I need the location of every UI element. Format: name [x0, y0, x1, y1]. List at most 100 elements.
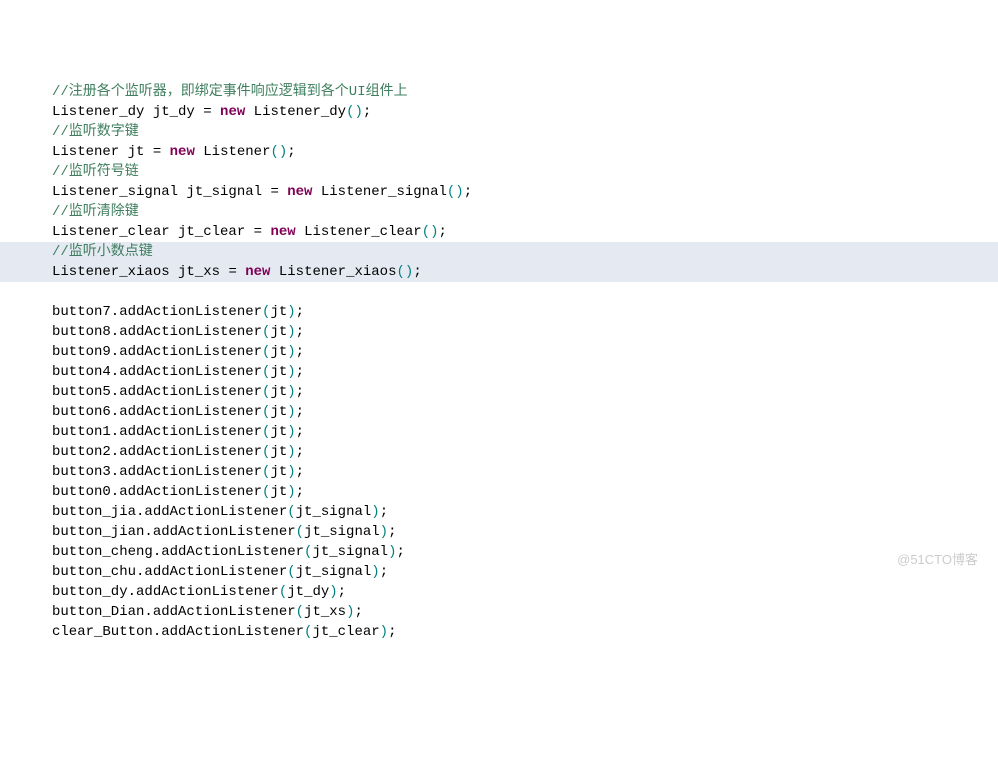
code-token: (	[304, 624, 312, 640]
code-token: ;	[413, 264, 421, 280]
code-line[interactable]: //监听小数点键	[0, 242, 998, 262]
code-line[interactable]: //监听清除键	[0, 202, 998, 222]
code-token: button6.addActionListener	[52, 404, 262, 420]
code-token: button_chu.addActionListener	[52, 564, 287, 580]
code-token: (	[279, 584, 287, 600]
code-token: ;	[380, 504, 388, 520]
code-line[interactable]: button_chu.addActionListener(jt_signal);	[0, 562, 998, 582]
code-line[interactable]: button2.addActionListener(jt);	[0, 442, 998, 462]
code-line[interactable]: //监听符号链	[0, 162, 998, 182]
code-token: jt	[270, 464, 287, 480]
code-token: )	[287, 344, 295, 360]
code-token: =	[228, 264, 236, 280]
code-token: new	[170, 144, 195, 160]
code-token: button7.addActionListener	[52, 304, 262, 320]
code-line[interactable]: button4.addActionListener(jt);	[0, 362, 998, 382]
code-line[interactable]: Listener_dy jt_dy = new Listener_dy();	[0, 102, 998, 122]
code-line[interactable]: button6.addActionListener(jt);	[0, 402, 998, 422]
code-token: Listener	[195, 144, 271, 160]
code-token: )	[287, 444, 295, 460]
code-token: jt	[270, 404, 287, 420]
code-token: (	[397, 264, 405, 280]
code-token: jt	[270, 484, 287, 500]
code-line[interactable]: button_dy.addActionListener(jt_dy);	[0, 582, 998, 602]
code-line[interactable]: //监听数字键	[0, 122, 998, 142]
code-token: new	[220, 104, 245, 120]
code-token: ;	[296, 364, 304, 380]
code-token: ;	[296, 424, 304, 440]
code-token: jt	[270, 384, 287, 400]
code-token: jt	[270, 324, 287, 340]
code-token: button1.addActionListener	[52, 424, 262, 440]
code-token: jt	[270, 424, 287, 440]
code-token: )	[380, 524, 388, 540]
code-token: Listener_xiaos jt_xs	[52, 264, 228, 280]
code-token: ;	[296, 484, 304, 500]
code-token: jt_signal	[304, 524, 380, 540]
code-line[interactable]: Listener_xiaos jt_xs = new Listener_xiao…	[0, 262, 998, 282]
code-line[interactable]: button_jian.addActionListener(jt_signal)…	[0, 522, 998, 542]
code-token: button0.addActionListener	[52, 484, 262, 500]
code-token: Listener_dy jt_dy	[52, 104, 203, 120]
code-line[interactable]: Listener jt = new Listener();	[0, 142, 998, 162]
code-token: jt_dy	[287, 584, 329, 600]
code-line[interactable]	[0, 282, 998, 302]
comment-text: //监听小数点键	[52, 244, 153, 260]
code-line[interactable]: Listener_clear jt_clear = new Listener_c…	[0, 222, 998, 242]
code-token: jt_xs	[304, 604, 346, 620]
code-token: clear_Button.addActionListener	[52, 624, 304, 640]
code-token: button9.addActionListener	[52, 344, 262, 360]
code-token: button3.addActionListener	[52, 464, 262, 480]
code-token: ;	[363, 104, 371, 120]
code-line[interactable]: button5.addActionListener(jt);	[0, 382, 998, 402]
code-line[interactable]: button9.addActionListener(jt);	[0, 342, 998, 362]
code-token: )	[380, 624, 388, 640]
comment-text: //注册各个监听器，即绑定事件响应逻辑到各个UI组件上	[52, 84, 408, 100]
code-token: Listener_clear jt_clear	[52, 224, 254, 240]
code-line[interactable]: button_cheng.addActionListener(jt_signal…	[0, 542, 998, 562]
code-line[interactable]: clear_Button.addActionListener(jt_clear)…	[0, 622, 998, 642]
code-line[interactable]: Listener_signal jt_signal = new Listener…	[0, 182, 998, 202]
code-token: button_jian.addActionListener	[52, 524, 296, 540]
code-line[interactable]: button_jia.addActionListener(jt_signal);	[0, 502, 998, 522]
code-token: jt_signal	[296, 564, 372, 580]
code-token: )	[287, 484, 295, 500]
comment-text: //监听符号链	[52, 164, 139, 180]
code-token: ;	[287, 144, 295, 160]
code-token: (	[422, 224, 430, 240]
code-line[interactable]: //注册各个监听器，即绑定事件响应逻辑到各个UI组件上	[0, 82, 998, 102]
code-token: )	[287, 304, 295, 320]
code-token: Listener_signal	[312, 184, 446, 200]
code-editor[interactable]: //注册各个监听器，即绑定事件响应逻辑到各个UI组件上 Listener_dy j…	[0, 82, 998, 642]
code-token: )	[287, 364, 295, 380]
code-token: ;	[296, 464, 304, 480]
code-token: )	[355, 104, 363, 120]
code-token: ;	[338, 584, 346, 600]
code-token: )	[287, 404, 295, 420]
code-token: Listener_clear	[296, 224, 422, 240]
code-line[interactable]: button0.addActionListener(jt);	[0, 482, 998, 502]
code-token: ;	[388, 524, 396, 540]
code-token: ;	[396, 544, 404, 560]
code-token: ;	[296, 444, 304, 460]
code-token: )	[371, 564, 379, 580]
code-token: )	[430, 224, 438, 240]
code-token: )	[287, 384, 295, 400]
code-token: =	[203, 104, 211, 120]
code-token: jt	[270, 364, 287, 380]
code-token: new	[287, 184, 312, 200]
code-token: )	[287, 464, 295, 480]
code-line[interactable]: button3.addActionListener(jt);	[0, 462, 998, 482]
code-token: ;	[439, 224, 447, 240]
code-token: button4.addActionListener	[52, 364, 262, 380]
code-line[interactable]: button1.addActionListener(jt);	[0, 422, 998, 442]
code-token: Listener jt	[52, 144, 153, 160]
watermark: @51CTO博客	[897, 550, 978, 570]
code-token: )	[455, 184, 463, 200]
code-token: button5.addActionListener	[52, 384, 262, 400]
code-line[interactable]: button7.addActionListener(jt);	[0, 302, 998, 322]
code-line[interactable]: button8.addActionListener(jt);	[0, 322, 998, 342]
code-line[interactable]: button_Dian.addActionListener(jt_xs);	[0, 602, 998, 622]
code-token: Listener_xiaos	[270, 264, 396, 280]
code-token: button_jia.addActionListener	[52, 504, 287, 520]
